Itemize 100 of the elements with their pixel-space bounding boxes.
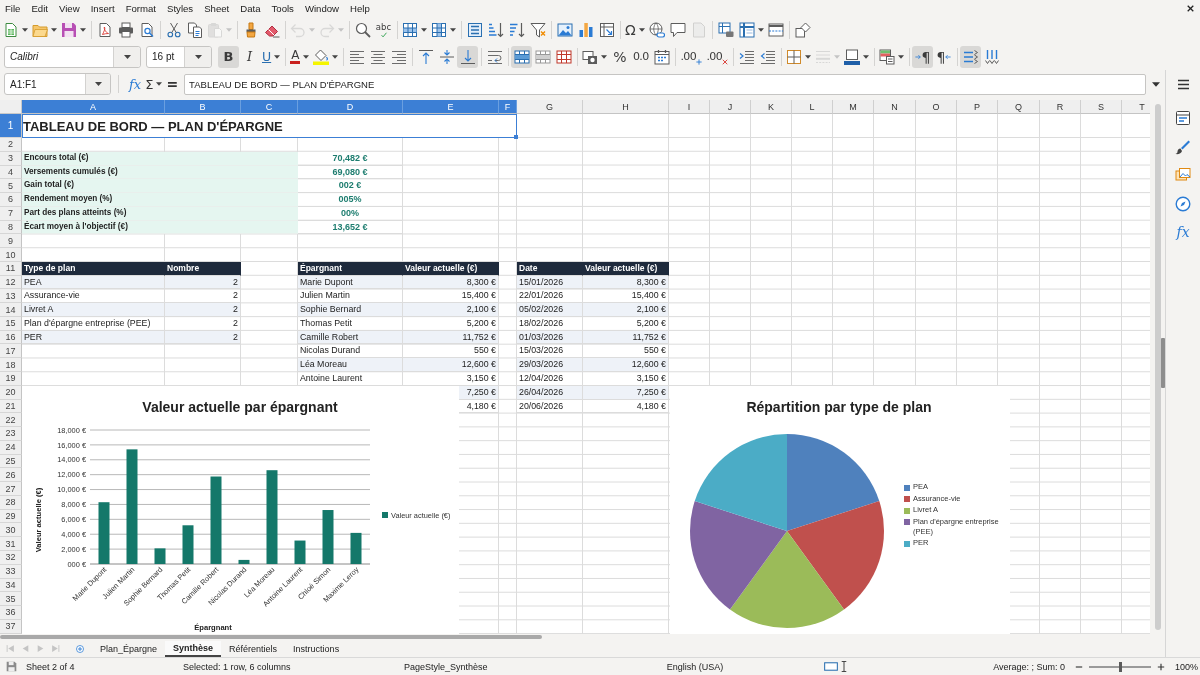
column-header[interactable]: E (403, 100, 499, 114)
caret-icon[interactable] (123, 54, 131, 59)
dropdown-button[interactable] (85, 74, 110, 94)
special-character-button[interactable]: Ω (623, 19, 647, 41)
caret-icon[interactable] (421, 28, 427, 32)
dropdown-button[interactable] (184, 46, 211, 67)
scrollbar-thumb[interactable] (1154, 104, 1161, 630)
slider-thumb[interactable] (1118, 661, 1122, 672)
plus-icon[interactable] (1157, 662, 1165, 671)
row-header[interactable]: 30 (0, 523, 22, 538)
border-color-icon[interactable] (844, 48, 861, 65)
italic-button[interactable]: I (239, 45, 260, 68)
sheet-tab[interactable]: Référentiels (221, 640, 286, 657)
column-header[interactable]: I (669, 100, 710, 114)
freeze-button[interactable] (736, 19, 766, 41)
row-header[interactable]: 17 (0, 344, 22, 359)
add-decimal-button[interactable]: .00 (678, 45, 705, 68)
formula-input-field[interactable]: TABLEAU DE BORD — PLAN D'ÉPARGNE (184, 73, 1146, 95)
row-header[interactable]: 9 (0, 234, 22, 249)
currency-icon[interactable] (582, 48, 599, 65)
menu-item[interactable]: Help (350, 3, 370, 14)
caret-icon[interactable] (757, 28, 764, 32)
conditional-format-icon[interactable] (879, 48, 896, 65)
row-header[interactable]: 31 (0, 537, 22, 551)
menu-icon[interactable] (1176, 79, 1190, 90)
underline-button[interactable]: U (260, 45, 283, 68)
menu-item[interactable]: Styles (167, 3, 194, 14)
table-icon[interactable] (738, 22, 755, 38)
caret-icon[interactable] (601, 54, 608, 59)
text-cursor-icon[interactable] (840, 661, 847, 672)
column-header[interactable]: T (1122, 100, 1150, 114)
percent-button[interactable]: % (609, 45, 631, 68)
dropdown-button[interactable] (113, 46, 140, 67)
row-header[interactable]: 5 (0, 179, 22, 194)
column-header[interactable]: C (241, 100, 298, 114)
row-header[interactable]: 26 (0, 468, 22, 483)
row-header[interactable]: 2 (0, 138, 22, 152)
sheet-tab[interactable]: Synthèse (165, 640, 222, 657)
menu-item[interactable]: File (5, 3, 21, 14)
bold-button[interactable]: B (218, 45, 239, 68)
column-header[interactable]: H (583, 100, 669, 114)
column-header[interactable]: L (792, 100, 833, 114)
row-header[interactable]: 18 (0, 358, 22, 372)
row-header[interactable]: 19 (0, 372, 22, 386)
rectangle-icon[interactable] (823, 662, 838, 671)
scrollbar-thumb[interactable] (0, 635, 542, 639)
row-header[interactable]: 10 (0, 248, 22, 262)
arrow-icon[interactable] (945, 53, 952, 60)
document-icon[interactable] (3, 22, 19, 38)
row-header[interactable]: 22 (0, 413, 22, 428)
column-header[interactable]: F (499, 100, 517, 114)
check-icon[interactable] (379, 31, 388, 38)
caret-icon[interactable] (194, 54, 202, 59)
panel-icon[interactable] (1175, 110, 1191, 126)
row-header[interactable]: 1 (0, 114, 22, 138)
formula-button[interactable]: = (164, 74, 181, 94)
caret-icon[interactable] (51, 28, 57, 32)
column-header[interactable]: G (517, 100, 583, 114)
sheet-tab[interactable]: Instructions (285, 640, 348, 657)
menu-item[interactable]: View (59, 3, 80, 14)
sidebar-handle[interactable] (1161, 338, 1165, 388)
column-header[interactable]: A (22, 100, 165, 114)
name-box-field[interactable]: A1:F1 (4, 73, 111, 95)
row-header[interactable]: 14 (0, 303, 22, 317)
font-name-field[interactable]: Calibri (4, 45, 141, 68)
spelling-button[interactable]: abc (373, 19, 394, 41)
caret-icon[interactable] (332, 54, 339, 59)
caret-icon[interactable] (156, 82, 163, 86)
row-header[interactable]: 35 (0, 592, 22, 607)
column-header[interactable]: N (874, 100, 916, 114)
table-grid-icon[interactable] (402, 22, 418, 38)
column-header[interactable]: M (833, 100, 874, 114)
number-button[interactable]: 0.0 (630, 45, 652, 68)
column-header[interactable]: D (298, 100, 403, 114)
row-header[interactable]: 23 (0, 427, 22, 441)
row-header[interactable]: 13 (0, 289, 22, 304)
column-header[interactable]: J (710, 100, 751, 114)
column-header[interactable]: Q (998, 100, 1040, 114)
font-color-button[interactable]: A (288, 45, 312, 68)
row-header[interactable]: 36 (0, 606, 22, 620)
font-size-field[interactable]: 16 pt (146, 45, 212, 68)
column-header[interactable]: S (1081, 100, 1122, 114)
menu-item[interactable]: Data (240, 3, 261, 14)
column-header[interactable]: P (957, 100, 998, 114)
column-header[interactable]: B (165, 100, 241, 114)
caret-icon[interactable] (303, 54, 310, 59)
caret-icon[interactable] (1152, 81, 1160, 87)
delete-decimal-button[interactable]: .00 (704, 45, 731, 68)
row-header[interactable]: 27 (0, 482, 22, 496)
menu-item[interactable]: Window (304, 3, 340, 14)
compass-icon[interactable] (1175, 195, 1191, 212)
sheet-tab[interactable]: Plan_Épargne (92, 640, 166, 657)
caret-icon[interactable] (22, 28, 28, 32)
menu-item[interactable]: Edit (31, 3, 48, 14)
cross-icon[interactable] (722, 58, 729, 65)
caret-icon[interactable] (638, 28, 645, 32)
menu-item[interactable]: Tools (271, 3, 294, 14)
caret-icon[interactable] (863, 54, 870, 59)
caret-icon[interactable] (80, 28, 86, 32)
plus-icon[interactable] (76, 644, 84, 653)
